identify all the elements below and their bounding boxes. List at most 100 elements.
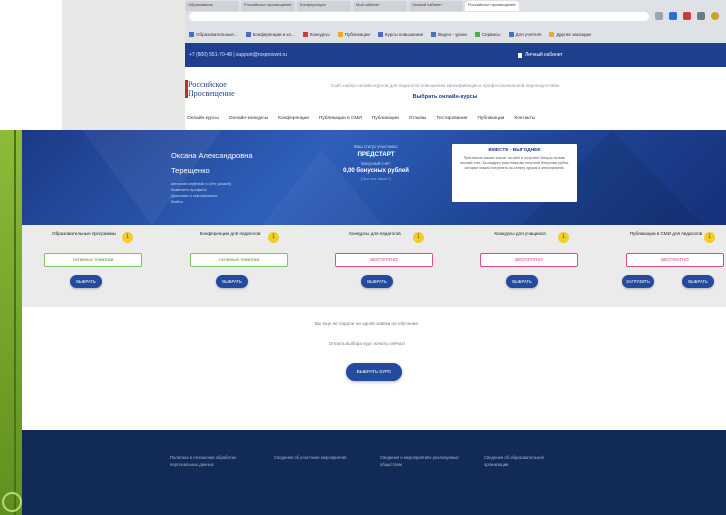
category-title: Конкурсы для педагогов (349, 231, 401, 236)
bookmarks-bar: Образовательные... Конференции и ко... К… (185, 27, 726, 41)
profile-info: alexandrova@mail.ru (Не указан) Изменить… (171, 181, 231, 205)
category-status: Активные тематики (190, 253, 288, 267)
balance-help-link[interactable]: (Что это такое?) (330, 176, 422, 181)
category-status: БЕСПЛАТНО (480, 253, 578, 267)
cabinet-label: Личный кабинет (525, 52, 563, 58)
extension-icon[interactable] (683, 12, 691, 20)
nav-item[interactable]: Публикации в СМИ (319, 116, 362, 121)
site-subtitle[interactable]: Выбрать онлайн-курсы (300, 94, 590, 100)
category-status: БЕСПЛАТНО (335, 253, 433, 267)
slide-background-top (0, 0, 62, 130)
choose-course-button[interactable]: ВЫБРАТЬ КУРС (346, 363, 402, 381)
browser-tab[interactable]: Российское просвещение (241, 1, 295, 11)
site-topbar: +7 (800) 551-70-48 | support@rosprosvet.… (185, 43, 726, 67)
category-card: Конкурсы для учащихся 1 БЕСПЛАТНО ВЫБРАТ… (470, 225, 590, 307)
category-title: Образовательные программы (52, 231, 116, 236)
gray-panel (62, 0, 185, 130)
upload-button[interactable]: ЗАГРУЗИТЬ (622, 275, 654, 288)
nav-item[interactable]: Онлайн-курсы (187, 116, 219, 121)
site-tagline: Сайт-набор онлайн-курсов для педагогов п… (330, 83, 560, 88)
browser-tab[interactable]: Образование (185, 1, 239, 11)
green-side-line (14, 130, 16, 515)
category-badge: 1 (558, 232, 569, 243)
nav-item[interactable]: Тестирование (436, 116, 467, 121)
nav-item[interactable]: Отзывы (409, 116, 427, 121)
site-header: Российское Просвещение Сайт-набор онлайн… (185, 67, 726, 130)
circle-ornament-icon (2, 492, 22, 512)
category-badge: 1 (268, 232, 279, 243)
status-block: Ваш статус участника: ПРЕДСТАРТ Бонусный… (330, 144, 422, 181)
status-value: ПРЕДСТАРТ (357, 151, 395, 158)
category-card: Конкурсы для педагогов 1 БЕСПЛАТНО ВЫБРА… (325, 225, 445, 307)
footer-link[interactable]: Сведения о мероприятиях реализуемых обще… (380, 454, 460, 468)
main-content: Вы еще не подали ни одной заявки на обуч… (22, 307, 726, 430)
main-nav: Онлайн-курсы Онлайн-конкурсы Конференции… (185, 116, 726, 121)
promo-title: ВМЕСТЕ - ВЫГОДНЕЕ (488, 148, 541, 153)
profile-name-line: Терещенко (171, 166, 210, 175)
profile-icon[interactable] (711, 12, 719, 20)
cabinet-link[interactable]: Личный кабинет (518, 52, 563, 58)
categories-panel: Образовательные программы 1 Активные тем… (22, 225, 726, 307)
nav-item[interactable]: Онлайн-конкурсы (229, 116, 268, 121)
footer-link[interactable]: Сведения об образовательной организации (484, 454, 564, 468)
bookmark[interactable]: Для учителя (508, 31, 541, 37)
lock-icon (518, 52, 522, 58)
category-title: Конференции для педагогов (199, 231, 261, 236)
profile-name-line: Оксана Александровна (171, 151, 253, 160)
choose-button[interactable]: ВЫБРАТЬ (70, 275, 102, 288)
bookmark[interactable]: Образовательные... (189, 31, 238, 37)
empty-state-text: Вы еще не подали ни одной заявки на обуч… (314, 321, 420, 326)
balance-label: Бонусный счет: (361, 161, 391, 166)
choose-button[interactable]: ВЫБРАТЬ (682, 275, 714, 288)
nav-item[interactable]: Публикации (372, 116, 399, 121)
bookmark[interactable]: Публикации (337, 31, 370, 37)
status-label: Ваш статус участника: (354, 144, 398, 149)
category-card: Конференции для педагогов 1 Активные тем… (180, 225, 300, 307)
choose-button[interactable]: ВЫБРАТЬ (216, 275, 248, 288)
category-badge: 1 (122, 232, 133, 243)
logo-line: Российское (188, 80, 227, 89)
profile-banner: Оксана Александровна Терещенко alexandro… (22, 130, 726, 225)
category-badge: 1 (413, 232, 424, 243)
choose-button[interactable]: ВЫБРАТЬ (361, 275, 393, 288)
bookmark[interactable]: Другие закладки (549, 31, 591, 37)
footer-link[interactable]: Сведения об участнике мероприятия (274, 454, 354, 461)
category-card: Публикации в СМИ для педагогов 1 БЕСПЛАТ… (616, 225, 726, 307)
logo-line: Просвещение (188, 89, 235, 98)
balance-value: 0,00 бонусных рублей (343, 168, 409, 174)
nav-item[interactable]: Публикации (477, 116, 504, 121)
category-status: Активные тематики (44, 253, 142, 267)
site-logo[interactable]: Российское Просвещение (188, 80, 235, 98)
browser-tab[interactable]: Конференции (297, 1, 351, 11)
bookmark[interactable]: Сервисы (474, 31, 501, 37)
nav-item[interactable]: Конференции (278, 116, 309, 121)
nav-item[interactable]: Контакты (514, 116, 535, 121)
site-footer: Политика в отношении обработки персональ… (22, 430, 726, 515)
empty-state-hint: Оплата выбора курс начать сейчас! (328, 341, 406, 346)
category-card: Образовательные программы 1 Активные тем… (34, 225, 154, 307)
bookmark[interactable]: Конференции и ко... (245, 31, 295, 37)
browser-tabs: Образование Российское просвещение Конфе… (185, 0, 726, 11)
category-status: БЕСПЛАТНО (626, 253, 724, 267)
browser-tab[interactable]: Личный кабинет (409, 1, 463, 11)
choose-button[interactable]: ВЫБРАТЬ (506, 275, 538, 288)
browser-tab-active[interactable]: Российское просвещение (465, 1, 519, 11)
star-icon[interactable] (655, 12, 663, 20)
bookmark[interactable]: Курсы повышения (377, 31, 423, 37)
profile-name: Оксана Александровна Терещенко (171, 148, 253, 178)
contact-info: +7 (800) 551-70-48 | support@rosprosvet.… (189, 52, 287, 58)
category-title: Конкурсы для учащихся (494, 231, 546, 236)
category-title: Публикации в СМИ для педагогов (629, 231, 703, 236)
bookmark[interactable]: Видео - уроки (431, 31, 467, 37)
browser-tab[interactable]: Мой кабинет (353, 1, 407, 11)
category-badge: 1 (704, 232, 715, 243)
extension-icon[interactable] (669, 12, 677, 20)
extension-icon[interactable] (697, 12, 705, 20)
browser-chrome: Образование Российское просвещение Конфе… (185, 0, 726, 43)
bookmark[interactable]: Конкурсы (302, 31, 330, 37)
address-bar[interactable] (189, 12, 649, 21)
promo-text: Пригласите ваших коллег на сайт и получи… (459, 156, 570, 170)
logout-link[interactable]: Выйти (171, 199, 231, 205)
green-side-bar (0, 130, 22, 515)
footer-link[interactable]: Политика в отношении обработки персональ… (170, 454, 250, 468)
